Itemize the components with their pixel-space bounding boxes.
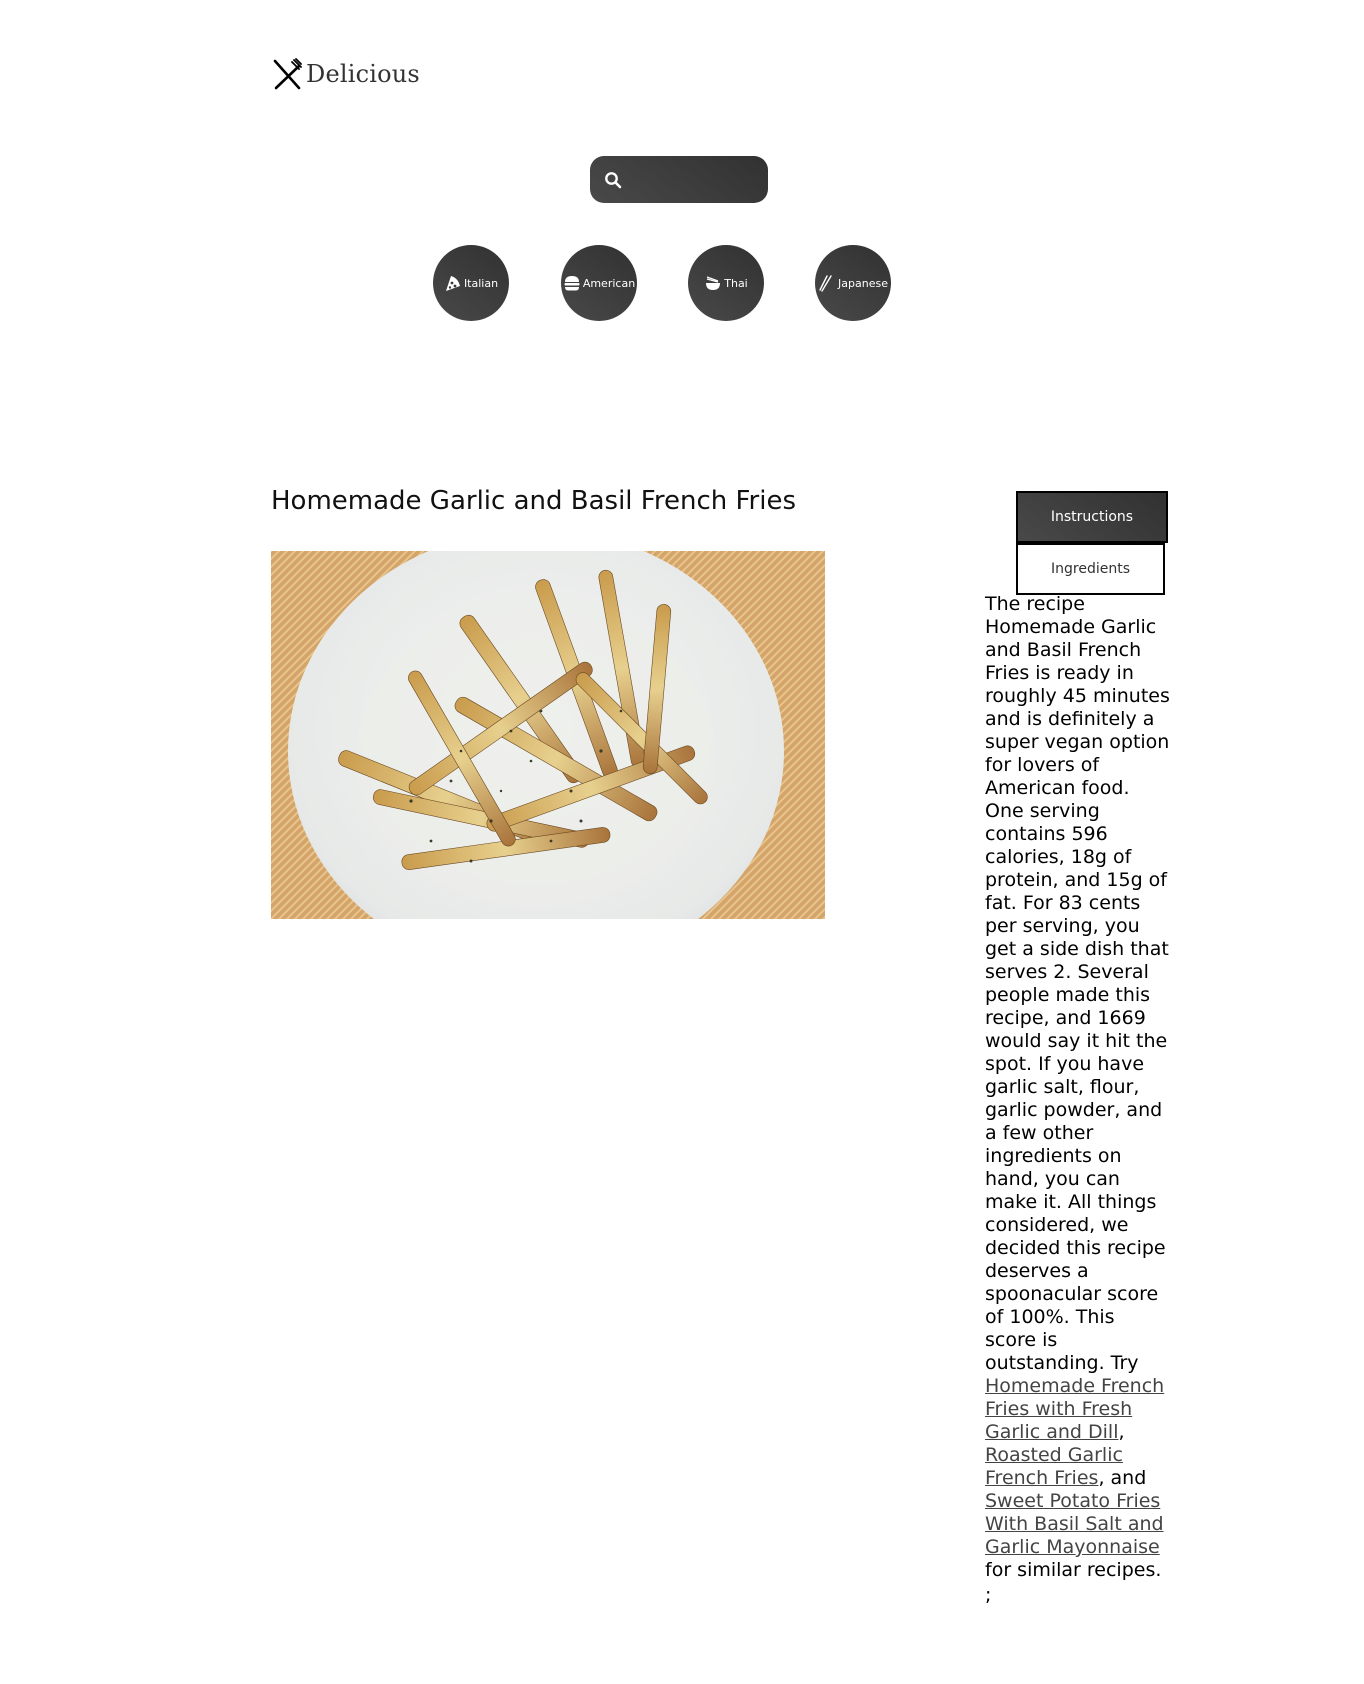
category-american[interactable]: American (561, 245, 637, 321)
summary-trailing-text: ; (985, 1584, 992, 1606)
category-label: Thai (724, 276, 748, 290)
category-italian[interactable]: Italian (433, 245, 509, 321)
summary-separator: , and (1098, 1467, 1147, 1489)
summary-separator: , (1118, 1421, 1125, 1443)
search-bar[interactable] (590, 156, 768, 203)
noodle-bowl-icon (706, 276, 721, 290)
recipe-summary: The recipe Homemade Garlic and Basil Fre… (985, 593, 1170, 1607)
page: Delicious Italian American Thai Japanese… (0, 0, 1364, 1684)
category-label: American (582, 276, 636, 290)
similar-recipe-link[interactable]: Sweet Potato Fries With Basil Salt and G… (985, 1490, 1164, 1558)
search-input[interactable] (630, 169, 764, 190)
search-icon (605, 171, 622, 188)
chopsticks-icon (819, 275, 832, 292)
hamburger-icon (564, 276, 580, 291)
tab-instructions[interactable]: Instructions (1016, 491, 1168, 543)
category-label: Japanese (838, 276, 888, 290)
recipe-photo (271, 551, 825, 919)
brand-name: Delicious (306, 60, 420, 88)
similar-recipe-link[interactable]: Homemade French Fries with Fresh Garlic … (985, 1375, 1164, 1443)
summary-outro: for similar recipes. (985, 1559, 1162, 1581)
pizza-icon (445, 276, 460, 291)
category-japanese[interactable]: Japanese (815, 245, 891, 321)
fork-knife-icon (273, 58, 302, 90)
brand-logo-link[interactable]: Delicious (272, 58, 420, 90)
summary-paragraph: The recipe Homemade Garlic and Basil Fre… (985, 593, 1170, 1582)
category-thai[interactable]: Thai (688, 245, 764, 321)
recipe-title: Homemade Garlic and Basil French Fries (271, 486, 797, 516)
tab-ingredients[interactable]: Ingredients (1016, 543, 1165, 595)
category-label: Italian (463, 276, 499, 290)
recipe-image (271, 551, 825, 919)
category-nav: Italian American Thai Japanese (0, 245, 1364, 321)
summary-intro: The recipe Homemade Garlic and Basil Fre… (985, 593, 1170, 1374)
